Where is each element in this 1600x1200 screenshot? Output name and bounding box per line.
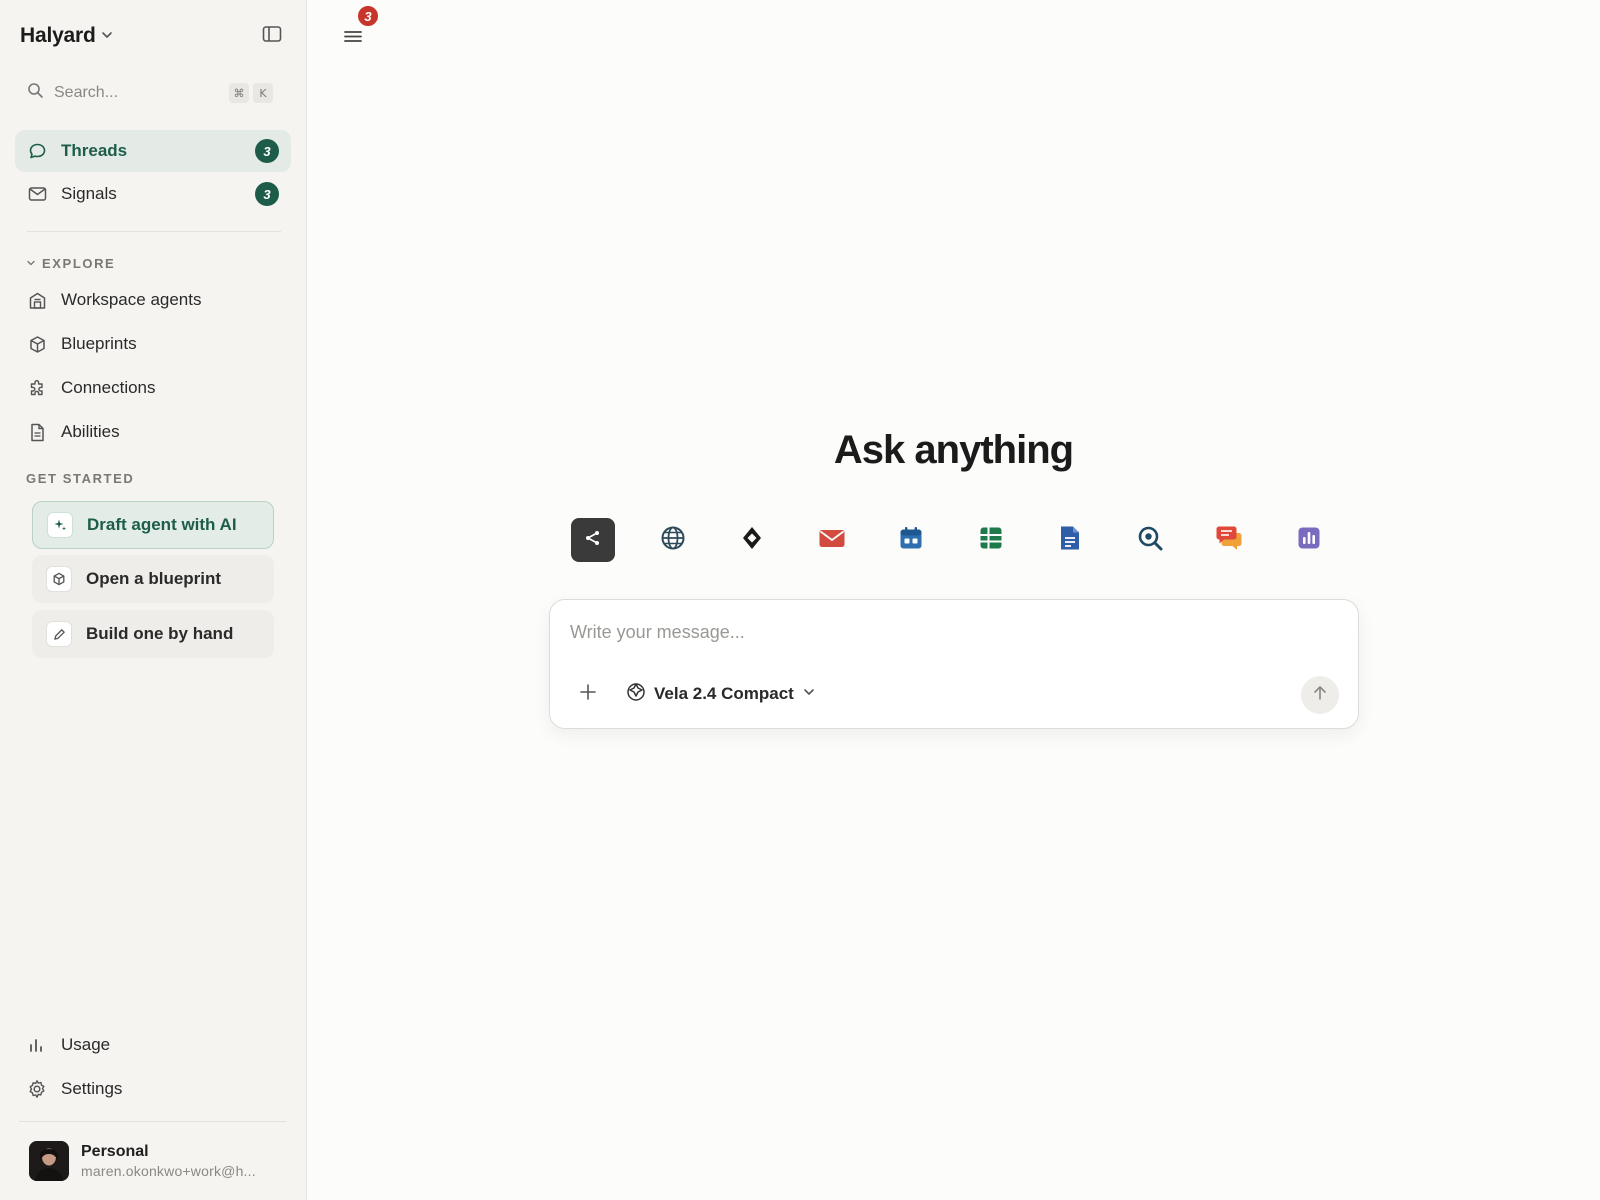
search-input[interactable]: Search... ⌘ K xyxy=(15,76,285,110)
get-started-label: GET STARTED xyxy=(26,471,135,486)
sidebar-item-usage[interactable]: Usage xyxy=(15,1024,291,1066)
spreadsheet-icon xyxy=(979,526,1003,555)
sidebar-item-label: Workspace agents xyxy=(61,290,202,309)
message-input[interactable] xyxy=(570,622,1330,643)
sidebar-item-signals[interactable]: Signals 3 xyxy=(15,173,291,215)
profile-info: Personal maren.okonkwo+work@h... xyxy=(81,1143,256,1179)
build-by-hand-label: Build one by hand xyxy=(86,624,234,643)
profile-name: Personal xyxy=(81,1142,149,1160)
sidebar-item-label: Usage xyxy=(61,1035,111,1054)
shortcut-mod-key: ⌘ xyxy=(229,83,249,103)
hamburger-icon xyxy=(343,28,363,49)
globe-icon xyxy=(660,525,686,556)
tool-doc[interactable] xyxy=(1048,518,1092,562)
send-button[interactable] xyxy=(1301,676,1339,714)
bar-chart-icon xyxy=(27,1035,47,1055)
tool-calendar[interactable] xyxy=(889,518,933,562)
sidebar-item-blueprints[interactable]: Blueprints xyxy=(15,323,291,365)
sidebar-item-label: Threads xyxy=(61,141,128,160)
workspace-name: Halyard xyxy=(20,24,96,47)
sidebar-item-workspace-agents[interactable]: Workspace agents xyxy=(15,279,291,321)
shortcut-key: K xyxy=(253,83,273,103)
draft-agent-with-ai-button[interactable]: Draft agent with AI xyxy=(32,501,274,549)
workspace-switcher[interactable]: Halyard xyxy=(20,24,114,48)
chevron-down-icon xyxy=(100,24,114,48)
tool-analytics[interactable] xyxy=(1287,518,1331,562)
tool-web[interactable] xyxy=(651,518,695,562)
model-selector[interactable]: Vela 2.4 Compact xyxy=(626,680,816,708)
model-name: Vela 2.4 Compact xyxy=(654,684,794,703)
calendar-icon xyxy=(899,526,923,555)
envelope-icon xyxy=(27,184,47,204)
sidebar: Halyard Search... ⌘ K Threads 3 Signals … xyxy=(0,0,307,1200)
threads-count-badge: 3 xyxy=(255,139,279,163)
tool-mail[interactable] xyxy=(810,518,854,562)
search-icon xyxy=(27,82,44,104)
page-title: Ask anything xyxy=(833,428,1074,472)
avatar xyxy=(29,1140,69,1181)
gear-icon xyxy=(27,1079,47,1099)
chevron-down-icon xyxy=(802,684,816,704)
mail-icon xyxy=(818,527,846,554)
explore-section-label: EXPLORE xyxy=(42,256,116,271)
search-lens-icon xyxy=(1137,525,1163,556)
profile-menu[interactable]: Personal maren.okonkwo+work@h... xyxy=(19,1121,286,1185)
notification-badge: 3 xyxy=(356,4,380,28)
search-placeholder: Search... xyxy=(54,84,119,101)
tool-search[interactable] xyxy=(1128,518,1172,562)
profile-email: maren.okonkwo+work@h... xyxy=(81,1162,256,1179)
open-blueprint-button[interactable]: Open a blueprint xyxy=(32,555,274,603)
sidebar-item-settings[interactable]: Settings xyxy=(15,1068,291,1110)
message-composer: Vela 2.4 Compact xyxy=(549,599,1359,729)
sidebar-divider xyxy=(27,231,281,232)
puzzle-icon xyxy=(27,378,47,398)
sparkle-icon xyxy=(47,512,73,538)
model-icon xyxy=(626,682,646,707)
analytics-icon xyxy=(1297,526,1321,555)
tool-diamond[interactable] xyxy=(730,518,774,562)
chat-icon xyxy=(1215,525,1243,556)
draft-agent-label: Draft agent with AI xyxy=(87,515,237,534)
share-tool-icon xyxy=(582,527,604,554)
get-started-section-label: GET STARTED xyxy=(26,471,134,486)
tool-spreadsheet[interactable] xyxy=(969,518,1013,562)
sidebar-item-label: Signals xyxy=(61,184,117,203)
signals-count-badge: 3 xyxy=(255,182,279,206)
sidebar-item-threads[interactable]: Threads 3 xyxy=(15,130,291,172)
sidebar-item-label: Blueprints xyxy=(61,334,137,353)
tool-share[interactable] xyxy=(571,518,615,562)
building-icon xyxy=(27,290,47,310)
explore-section-toggle[interactable]: EXPLORE xyxy=(26,256,115,271)
diamond-icon xyxy=(740,525,764,556)
arrow-up-icon xyxy=(1312,685,1328,706)
doc-icon xyxy=(1059,525,1081,556)
open-blueprint-label: Open a blueprint xyxy=(86,569,222,588)
sidebar-panel-icon xyxy=(262,25,282,48)
add-attachment-button[interactable] xyxy=(576,682,600,706)
cube-icon xyxy=(27,334,47,354)
sidebar-item-connections[interactable]: Connections xyxy=(15,367,291,409)
tool-selector xyxy=(571,518,1331,562)
workspace-header: Halyard xyxy=(20,20,286,52)
chat-bubble-icon xyxy=(27,141,47,161)
cube-icon xyxy=(46,566,72,592)
plus-icon xyxy=(579,683,597,706)
sidebar-item-label: Settings xyxy=(61,1079,123,1098)
search-shortcut: ⌘ K xyxy=(229,83,273,103)
sidebar-toggle-button[interactable] xyxy=(258,22,286,50)
build-by-hand-button[interactable]: Build one by hand xyxy=(32,610,274,658)
chevron-down-icon xyxy=(26,256,36,271)
tool-chat[interactable] xyxy=(1207,518,1251,562)
sidebar-item-label: Connections xyxy=(61,378,156,397)
pencil-icon xyxy=(46,621,72,647)
